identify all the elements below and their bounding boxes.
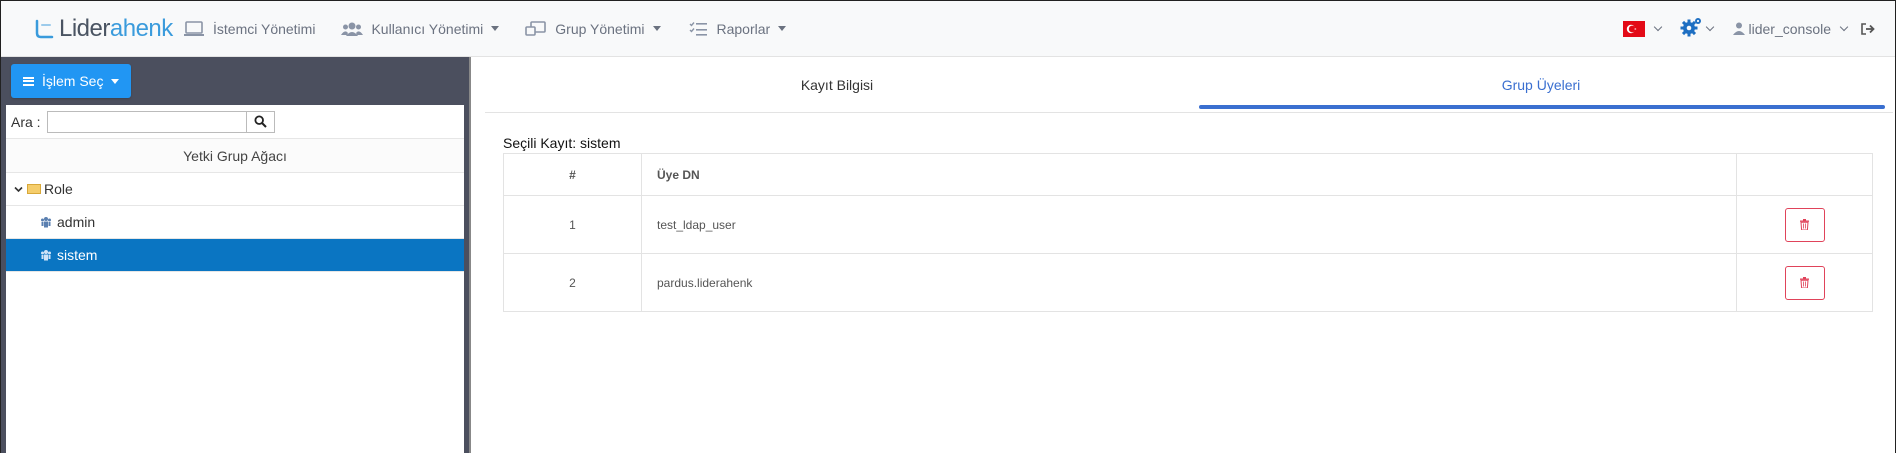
users-icon xyxy=(341,20,364,38)
tree-panel: Ara : Yetki Grup Ağacı Role admin sistem xyxy=(6,105,464,453)
main-content: Kayıt Bilgisi Grup Üyeleri Seçili Kayıt:… xyxy=(469,57,1895,453)
members-table: # Üye DN 1 test_ldap_user 2 pardus.lider… xyxy=(503,153,1873,312)
nav-user-management[interactable]: Kullanıcı Yönetimi xyxy=(341,20,500,38)
brand-text: Liderahenk xyxy=(59,14,173,42)
group-screen-icon xyxy=(525,20,547,38)
liderahenk-logo-icon xyxy=(33,18,55,40)
folder-icon xyxy=(27,184,41,194)
row-actions xyxy=(1736,253,1873,312)
brand-logo[interactable]: Liderahenk xyxy=(33,15,183,43)
chevron-down-icon[interactable] xyxy=(14,185,23,194)
nav-group-management-label: Grup Yönetimi xyxy=(555,20,645,37)
row-member-dn: pardus.liderahenk xyxy=(641,253,1737,312)
role-group-icon xyxy=(40,249,52,261)
column-header-member-dn: Üye DN xyxy=(641,153,1737,196)
row-member-dn: test_ldap_user xyxy=(641,195,1737,254)
tree-search-row: Ara : xyxy=(6,105,464,139)
tab-group-members[interactable]: Grup Üyeleri xyxy=(1189,57,1893,112)
user-icon xyxy=(1732,22,1745,35)
turkey-flag-icon xyxy=(1622,20,1645,37)
caret-down-icon xyxy=(652,26,661,31)
user-menu[interactable]: lider_console xyxy=(1732,20,1849,37)
caret-down-icon xyxy=(778,26,787,31)
search-button[interactable] xyxy=(246,110,275,133)
tab-record-info[interactable]: Kayıt Bilgisi xyxy=(485,57,1189,112)
username-label: lider_console xyxy=(1748,20,1832,37)
chevron-down-icon xyxy=(1705,22,1714,31)
column-header-actions xyxy=(1736,153,1873,196)
role-group-icon xyxy=(40,216,52,228)
trash-icon xyxy=(1800,219,1809,230)
nav-reports[interactable]: Raporlar xyxy=(687,20,787,38)
operation-select-button[interactable]: İşlem Seç xyxy=(11,64,131,98)
nav-user-management-label: Kullanıcı Yönetimi xyxy=(371,20,484,37)
row-actions xyxy=(1736,195,1873,254)
tree-title: Yetki Grup Ağacı xyxy=(6,139,464,173)
operation-select-label: İşlem Seç xyxy=(42,73,104,89)
tree-node-label: Role xyxy=(44,181,73,197)
chevron-down-icon xyxy=(1653,22,1662,31)
menu-bars-icon xyxy=(23,76,34,86)
nav-group-management[interactable]: Grup Yönetimi xyxy=(525,20,661,38)
chevron-down-icon xyxy=(1839,22,1849,31)
nav-right-controls: lider_console xyxy=(1622,16,1896,41)
search-label: Ara : xyxy=(11,113,41,130)
search-input[interactable] xyxy=(46,110,247,133)
list-check-icon xyxy=(687,20,709,38)
caret-down-icon xyxy=(111,78,120,84)
table-header-row: # Üye DN xyxy=(503,153,1873,196)
tree-node-admin[interactable]: admin xyxy=(6,206,464,239)
language-selector[interactable] xyxy=(1622,20,1662,37)
monitor-icon xyxy=(183,20,205,38)
table-row: 2 pardus.liderahenk xyxy=(503,253,1873,312)
table-row: 1 test_ldap_user xyxy=(503,195,1873,254)
tree-node-role[interactable]: Role xyxy=(6,173,464,206)
row-index: 2 xyxy=(503,253,642,312)
tree-node-label: sistem xyxy=(57,247,98,263)
nav-reports-label: Raporlar xyxy=(716,20,771,37)
nav-client-management-label: İstemci Yönetimi xyxy=(213,20,316,37)
tree-node-label: admin xyxy=(57,214,96,230)
gear-icon xyxy=(1679,16,1703,41)
detail-tabs: Kayıt Bilgisi Grup Üyeleri xyxy=(485,57,1893,113)
trash-icon xyxy=(1800,277,1809,288)
column-header-index: # xyxy=(503,153,642,196)
selected-record-label: Seçili Kayıt: sistem xyxy=(503,135,621,151)
nav-client-management[interactable]: İstemci Yönetimi xyxy=(183,20,315,38)
delete-member-button[interactable] xyxy=(1784,265,1825,300)
caret-down-icon xyxy=(491,26,500,31)
logout-icon[interactable] xyxy=(1861,22,1875,35)
search-icon xyxy=(254,115,267,128)
delete-member-button[interactable] xyxy=(1784,207,1825,242)
tree-node-sistem[interactable]: sistem xyxy=(6,239,464,272)
top-navbar: Liderahenk İstemci Yönetimi Kullanıcı Yö… xyxy=(1,1,1895,57)
settings-menu[interactable] xyxy=(1679,16,1714,41)
row-index: 1 xyxy=(503,195,642,254)
